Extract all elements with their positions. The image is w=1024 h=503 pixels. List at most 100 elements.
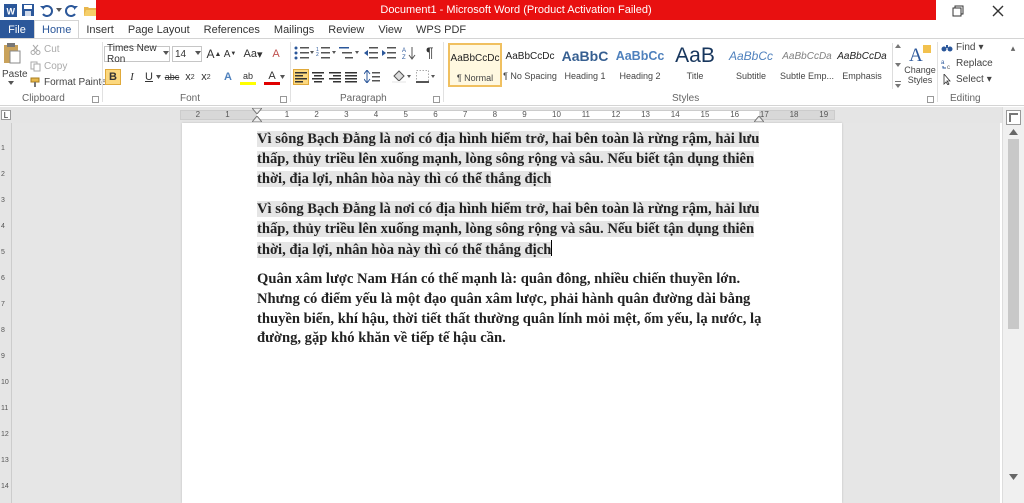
style-no-spacing[interactable]: AaBbCcDc ¶ No Spacing [503, 43, 557, 87]
font-color-dropdown-icon[interactable] [280, 75, 285, 79]
style-normal[interactable]: AaBbCcDc ¶ Normal [448, 43, 502, 87]
style-emphasis[interactable]: AaBbCcDa Emphasis [835, 43, 889, 87]
select-button[interactable]: Select ▾ [941, 74, 992, 85]
style-subtitle[interactable]: AaBbCc Subtitle [724, 43, 778, 87]
font-name-dropdown-icon[interactable] [163, 51, 169, 56]
view-ruler-toggle[interactable] [1006, 110, 1021, 125]
tab-home[interactable]: Home [34, 20, 80, 39]
font-size-dropdown-icon[interactable] [195, 51, 201, 56]
document-page[interactable]: Vì sông Bạch Đằng là nơi có địa hình hiể… [182, 123, 842, 503]
styles-scroll[interactable] [892, 43, 902, 89]
font-color-button[interactable]: A [264, 69, 280, 85]
align-right-button[interactable] [327, 69, 343, 85]
bold-button[interactable]: B [105, 69, 121, 85]
increase-indent-icon[interactable] [382, 46, 396, 60]
undo-icon[interactable] [38, 2, 54, 18]
style-heading-1[interactable]: AaBbC Heading 1 [558, 43, 612, 87]
paragraph-dialog-launcher[interactable] [433, 96, 440, 103]
tab-view[interactable]: View [371, 20, 409, 39]
scroll-down-arrow[interactable] [1009, 474, 1018, 480]
text-effects-button[interactable]: A [220, 69, 236, 85]
find-label: Find [956, 42, 976, 53]
copy-button[interactable]: Copy [30, 61, 67, 72]
tab-insert[interactable]: Insert [79, 20, 121, 39]
hanging-indent-marker[interactable] [252, 116, 262, 122]
cut-button[interactable]: Cut [30, 44, 60, 55]
underline-button[interactable]: U [141, 69, 157, 85]
ruler-number: 4 [373, 110, 379, 119]
tab-file[interactable]: File [0, 20, 34, 39]
style-heading-2[interactable]: AaBbCc Heading 2 [613, 43, 667, 87]
change-styles-button[interactable]: A Change Styles [904, 43, 936, 85]
paste-button[interactable]: Paste [2, 69, 28, 80]
justify-button[interactable] [343, 69, 359, 85]
multilevel-list-icon[interactable] [339, 46, 359, 60]
redo-icon[interactable] [64, 2, 80, 18]
scroll-up-arrow[interactable] [1009, 129, 1018, 135]
strikethrough-button[interactable]: abc [163, 69, 181, 85]
paragraph-2[interactable]: Vì sông Bạch Đằng là nơi có địa hình hiể… [257, 200, 762, 260]
first-line-indent-marker[interactable] [252, 108, 262, 114]
scrollbar-thumb[interactable] [1008, 139, 1019, 329]
style-subtle-emphasis[interactable]: AaBbCcDa Subtle Emp... [780, 43, 834, 87]
tab-selector[interactable]: L [1, 110, 11, 120]
ruler-number: 13 [641, 110, 650, 119]
vertical-ruler-number: 3 [1, 197, 5, 204]
tab-wps-pdf[interactable]: WPS PDF [409, 20, 473, 39]
sort-icon[interactable]: AZ [402, 46, 416, 60]
align-left-button[interactable] [293, 69, 309, 85]
paragraph-3-text: Quân xâm lược Nam Hán có thế mạnh là: qu… [257, 271, 762, 347]
restore-button[interactable] [938, 0, 978, 22]
close-button[interactable] [978, 0, 1018, 22]
tab-mailings[interactable]: Mailings [267, 20, 321, 39]
tab-page-layout[interactable]: Page Layout [121, 20, 197, 39]
more-styles-icon[interactable] [894, 81, 902, 89]
right-indent-marker[interactable] [754, 116, 764, 122]
subscript-button[interactable]: x2 [182, 69, 198, 85]
superscript-button[interactable]: x2 [198, 69, 214, 85]
font-dialog-launcher[interactable] [280, 96, 287, 103]
format-painter-icon [30, 77, 41, 88]
ruler-toggle-icon [1009, 113, 1018, 122]
paste-icon[interactable] [2, 42, 22, 68]
style-title[interactable]: AaB Title [668, 43, 722, 87]
vertical-scrollbar[interactable] [1002, 107, 1024, 503]
style-emphasis-sample: AaBbCcDa [837, 50, 887, 62]
replace-button[interactable]: ac Replace [941, 58, 993, 69]
ruler-track[interactable]: 2 1 1 2 3 4 5 6 7 8 9 10 11 12 13 14 15 16 17 18 19 [180, 108, 835, 122]
shrink-font-button[interactable]: A ▼ [222, 46, 238, 62]
vertical-ruler: 1 2 3 4 5 6 7 8 9 10 11 12 13 14 [0, 123, 12, 503]
paste-dropdown-icon[interactable] [8, 81, 14, 86]
show-hide-marks-icon[interactable]: ¶ [426, 44, 434, 60]
align-center-button[interactable] [310, 69, 326, 85]
clipboard-dialog-launcher[interactable] [92, 96, 99, 103]
shading-icon[interactable] [392, 70, 412, 83]
highlight-label: ab [242, 70, 253, 81]
scroll-down-icon[interactable] [894, 62, 902, 68]
change-case-button[interactable]: Aa ▾ [242, 46, 264, 62]
numbering-icon[interactable]: 12 [316, 46, 336, 60]
clear-formatting-button[interactable]: A [268, 46, 284, 62]
font-name-combo[interactable]: Times New Ron [104, 43, 170, 65]
format-painter-button[interactable]: Format Painter [30, 77, 110, 88]
bullets-icon[interactable] [294, 46, 314, 60]
undo-dropdown-icon[interactable] [56, 2, 62, 18]
svg-text:Z: Z [402, 55, 406, 60]
borders-icon[interactable] [416, 70, 436, 83]
tab-references[interactable]: References [197, 20, 267, 39]
decrease-indent-icon[interactable] [364, 46, 378, 60]
scroll-up-icon[interactable] [894, 43, 902, 49]
styles-dialog-launcher[interactable] [927, 96, 934, 103]
grow-font-button[interactable]: A ▲ [206, 46, 222, 62]
underline-dropdown-icon[interactable] [156, 75, 161, 79]
save-icon[interactable] [20, 2, 36, 18]
style-title-name: Title [686, 71, 704, 81]
collapse-ribbon-icon[interactable]: ▴ [1007, 42, 1019, 54]
tab-review[interactable]: Review [321, 20, 371, 39]
find-button[interactable]: Find ▾ [941, 42, 983, 53]
highlight-button[interactable]: ab [240, 69, 256, 85]
paragraph-3[interactable]: Quân xâm lược Nam Hán có thế mạnh là: qu… [257, 270, 762, 349]
line-spacing-icon[interactable] [364, 70, 384, 83]
paragraph-1[interactable]: Vì sông Bạch Đằng là nơi có địa hình hiể… [257, 130, 762, 189]
italic-button[interactable]: I [124, 69, 140, 85]
